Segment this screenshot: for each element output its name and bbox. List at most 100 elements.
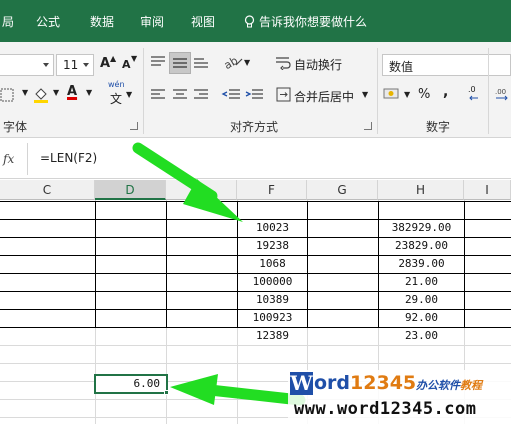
tab-layout[interactable]: 局 xyxy=(2,15,14,29)
fill-handle[interactable] xyxy=(164,390,169,395)
align-center-icon[interactable] xyxy=(172,88,188,102)
align-middle-icon[interactable] xyxy=(172,56,188,70)
cell-h[interactable]: 23.00 xyxy=(379,327,464,345)
orientation-icon[interactable]: ab xyxy=(222,53,244,71)
align-left-icon[interactable] xyxy=(150,88,166,102)
comma-style-button[interactable]: , xyxy=(443,84,448,100)
watermark: W ord12345 办公软件教程 www.word12345.com xyxy=(288,370,511,424)
grid-line xyxy=(0,345,511,346)
tab-data[interactable]: 数据 xyxy=(90,15,114,29)
number-group-label: 数字 xyxy=(426,120,451,134)
increase-indent-icon[interactable] xyxy=(244,88,264,102)
grow-font-button[interactable]: A xyxy=(100,56,110,71)
wrap-text-icon xyxy=(276,57,291,70)
font-name-dropdown[interactable] xyxy=(0,54,54,76)
column-header-h[interactable]: H xyxy=(378,180,464,200)
formula-input[interactable]: =LEN(F2) xyxy=(40,151,97,165)
orientation-caret-icon: ▼ xyxy=(244,58,251,67)
tell-me-search[interactable]: 告诉我你想要做什么 xyxy=(259,15,367,29)
column-header-i[interactable]: I xyxy=(464,180,511,200)
fill-color-icon[interactable] xyxy=(32,86,50,104)
watermark-tagline-main: 办公软件 xyxy=(416,379,460,392)
column-header-d[interactable]: D xyxy=(95,180,166,200)
tab-formulas[interactable]: 公式 xyxy=(36,15,60,29)
font-size-value: 11 xyxy=(63,58,79,72)
cell-f[interactable]: 12389 xyxy=(238,327,307,345)
column-header-c[interactable]: C xyxy=(0,180,95,200)
watermark-brand-num: 12345 xyxy=(350,372,417,394)
table-border xyxy=(95,201,96,328)
wrap-text-button[interactable]: 自动换行 xyxy=(294,56,342,73)
font-color-caret-icon: ▼ xyxy=(86,88,93,97)
tab-review[interactable]: 审阅 xyxy=(140,15,164,29)
font-size-dropdown[interactable]: 11 xyxy=(56,54,94,76)
borders-caret-icon: ▼ xyxy=(22,88,29,97)
cell-f[interactable]: 10023 xyxy=(238,219,307,237)
watermark-logo-letter: W xyxy=(290,371,313,395)
ribbon-separator xyxy=(143,48,144,134)
number-format-value: 数值 xyxy=(389,60,414,74)
grow-font-caret-icon: ▲ xyxy=(110,54,117,63)
svg-text:ab: ab xyxy=(222,54,240,71)
percent-style-button[interactable]: % xyxy=(418,87,430,102)
watermark-tagline-tail: 教程 xyxy=(460,379,482,392)
ribbon-tab-bar: 局 公式 数据 审阅 视图 告诉我你想要做什么 xyxy=(0,0,511,42)
cell-h[interactable]: 382929.00 xyxy=(379,219,464,237)
watermark-url: www.word12345.com xyxy=(294,399,477,419)
pinyin-guide-top: wén xyxy=(108,80,125,89)
active-cell-value: 6.00 xyxy=(133,377,161,390)
cell-h[interactable]: 21.00 xyxy=(379,273,464,291)
number-format-dropdown[interactable]: 数值 xyxy=(382,54,511,76)
decrease-decimal-icon[interactable]: .00 xyxy=(493,86,511,102)
cell-h[interactable]: 23829.00 xyxy=(379,237,464,255)
accounting-caret-icon: ▼ xyxy=(404,90,411,99)
cell-f[interactable]: 10389 xyxy=(238,291,307,309)
pinyin-guide-button[interactable]: 文 xyxy=(110,90,122,107)
pinyin-caret-icon: ▼ xyxy=(126,90,133,99)
cell-h[interactable]: 2839.00 xyxy=(379,255,464,273)
cell-f[interactable]: 100000 xyxy=(238,273,307,291)
alignment-dialog-launcher[interactable] xyxy=(364,122,372,130)
font-dialog-launcher[interactable] xyxy=(130,122,138,130)
decrease-indent-icon[interactable] xyxy=(221,88,241,102)
accounting-format-icon[interactable] xyxy=(383,86,401,102)
column-header-e[interactable] xyxy=(166,180,237,200)
shrink-font-caret-icon: ▼ xyxy=(131,54,138,63)
active-cell[interactable]: 6.00 xyxy=(94,374,168,394)
formula-bar: fx =LEN(F2) xyxy=(0,139,511,179)
column-header-g[interactable]: G xyxy=(307,180,378,200)
font-color-button[interactable]: A xyxy=(67,84,77,99)
watermark-tagline: 办公软件教程 xyxy=(416,377,482,393)
tab-view[interactable]: 视图 xyxy=(191,15,215,29)
merge-center-button[interactable]: 合并后居中 xyxy=(294,88,354,105)
align-right-icon[interactable] xyxy=(193,88,209,102)
insert-function-button[interactable]: fx xyxy=(3,152,14,166)
cell-f[interactable]: 19238 xyxy=(238,237,307,255)
fill-color-caret-icon: ▼ xyxy=(53,88,60,97)
table-border xyxy=(307,201,308,328)
borders-icon[interactable] xyxy=(0,88,14,102)
lightbulb-icon xyxy=(244,15,255,28)
cell-h[interactable]: 92.00 xyxy=(379,309,464,327)
cell-h[interactable]: 29.00 xyxy=(379,291,464,309)
increase-decimal-arrow-icon xyxy=(469,95,478,101)
align-bottom-icon[interactable] xyxy=(193,55,209,69)
column-header-f[interactable]: F xyxy=(237,180,307,200)
svg-text:.00: .00 xyxy=(495,88,506,96)
formula-bar-separator xyxy=(27,143,28,175)
table-border xyxy=(0,201,511,202)
increase-decimal-button[interactable]: .0 xyxy=(468,85,476,94)
align-top-icon[interactable] xyxy=(150,55,166,69)
alignment-group-label: 对齐方式 xyxy=(230,120,279,134)
watermark-brand-ord: ord xyxy=(314,372,351,394)
ribbon-separator xyxy=(377,48,378,134)
table-border xyxy=(166,201,167,328)
merge-center-caret-icon: ▼ xyxy=(362,90,369,99)
cell-f[interactable]: 1068 xyxy=(238,255,307,273)
ribbon-home: 11 A ▲ A ▼ ▼ ▼ A ▼ wén 文 ▼ 字体 ab ▼ 自动换行 xyxy=(0,42,511,138)
cell-f[interactable]: 100923 xyxy=(238,309,307,327)
shrink-font-button[interactable]: A xyxy=(122,58,131,71)
table-border xyxy=(464,201,465,328)
font-group-label: 字体 xyxy=(3,120,28,134)
watermark-brand: ord12345 xyxy=(314,372,416,395)
